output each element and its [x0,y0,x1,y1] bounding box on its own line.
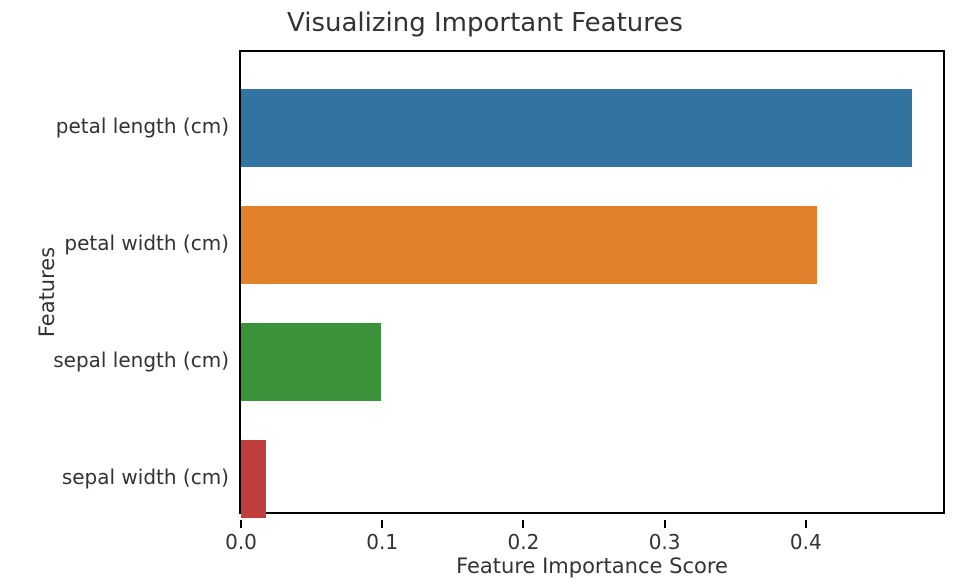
xtick-label: 0.0 [225,530,257,554]
tick-mark [805,520,807,528]
tick-mark [664,520,666,528]
tick-mark [381,520,383,528]
bar-petal-length [241,89,912,167]
xtick-label: 0.1 [366,530,398,554]
xtick-label: 0.2 [507,530,539,554]
bar-petal-width [241,206,817,284]
chart-container: Visualizing Important Features Features … [0,0,970,584]
ytick-label: sepal length (cm) [9,350,229,370]
chart-title: Visualizing Important Features [0,8,970,38]
plot-area: 0.0 0.1 0.2 0.3 0.4 [239,50,945,514]
xtick-label: 0.3 [649,530,681,554]
bar-sepal-width [241,440,266,518]
ytick-label: petal length (cm) [9,116,229,136]
y-axis-label: Features [35,247,59,337]
bar-sepal-length [241,323,381,401]
ytick-label: sepal width (cm) [9,467,229,487]
xtick-label: 0.4 [790,530,822,554]
tick-mark [522,520,524,528]
x-axis-label: Feature Importance Score [239,554,945,578]
ytick-label: petal width (cm) [9,233,229,253]
tick-mark [240,520,242,528]
